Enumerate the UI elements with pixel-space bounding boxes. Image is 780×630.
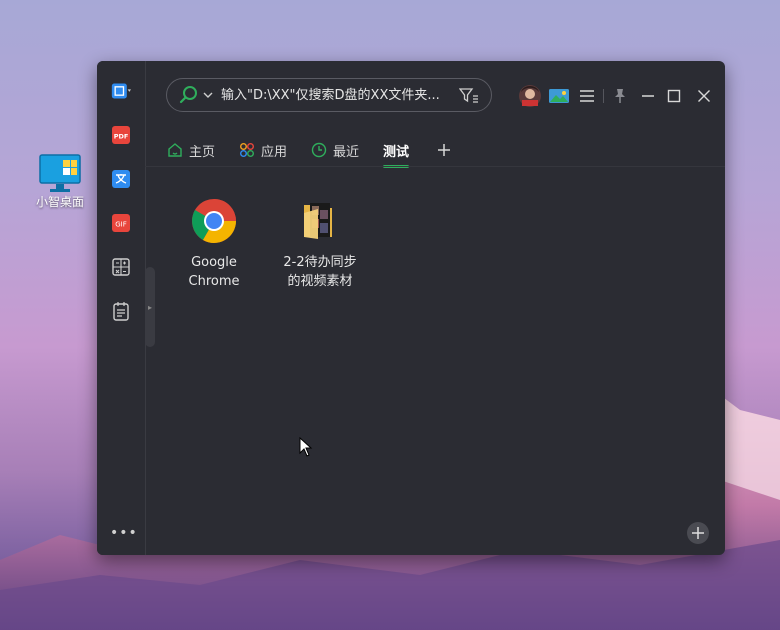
desktop-icon-xiaozhi[interactable]: 小智桌面	[30, 154, 90, 210]
pdf-icon[interactable]: PDF	[111, 125, 131, 145]
translate-icon[interactable]	[111, 169, 131, 189]
wallpaper-icon[interactable]	[548, 84, 570, 108]
folder-item-video-assets[interactable]: 2-2待办同步 的视频素材	[280, 197, 360, 291]
add-tab-button[interactable]	[437, 135, 451, 165]
menu-icon[interactable]	[579, 84, 595, 108]
tab-label: 测试	[383, 144, 410, 160]
app-item-google-chrome[interactable]: Google Chrome	[174, 197, 254, 291]
item-label-line1: Google	[191, 255, 237, 270]
monitor-icon	[39, 154, 81, 192]
search-input[interactable]	[219, 86, 455, 104]
tab-apps[interactable]: 应用	[239, 135, 287, 165]
minimize-icon[interactable]	[641, 84, 655, 108]
svg-text:PDF: PDF	[114, 133, 129, 141]
close-icon[interactable]	[697, 84, 711, 108]
clock-icon	[311, 142, 327, 158]
pin-icon[interactable]	[613, 84, 627, 108]
plus-icon	[692, 527, 704, 539]
search-icon[interactable]	[179, 85, 199, 105]
search-bar[interactable]	[166, 78, 492, 112]
maximize-icon[interactable]	[667, 84, 681, 108]
sidebar-collapse-handle[interactable]: ▸	[145, 267, 155, 347]
toolbar-divider	[603, 89, 604, 103]
apps-icon	[239, 142, 255, 158]
filter-icon[interactable]	[459, 87, 479, 103]
tab-label: 主页	[189, 144, 216, 160]
gif-icon[interactable]: GIF	[111, 213, 131, 233]
tool-sidebar: PDF GIF •••	[97, 61, 146, 555]
tabs-divider	[145, 166, 725, 167]
tab-label: 应用	[261, 144, 288, 160]
xiaozhi-desktop-window: PDF GIF ••• ▸ 输入"D:\XX"仅搜索D盘的XX文件夹... 主页…	[97, 61, 725, 555]
calculator-icon[interactable]	[111, 257, 131, 277]
mouse-cursor-icon	[299, 436, 313, 461]
item-label-line2: 的视频素材	[287, 274, 353, 289]
tab-home[interactable]: 主页	[167, 135, 215, 165]
chevron-down-icon[interactable]	[203, 91, 213, 99]
category-tabs: 主页 应用 最近 测试	[167, 135, 475, 168]
screenshot-icon[interactable]	[111, 81, 131, 101]
plus-icon	[437, 143, 451, 157]
more-tools-icon[interactable]: •••	[110, 525, 138, 541]
add-item-button[interactable]	[687, 522, 709, 544]
folder-icon	[296, 197, 344, 245]
notepad-icon[interactable]	[111, 301, 131, 321]
svg-text:GIF: GIF	[115, 221, 127, 229]
avatar[interactable]	[517, 84, 543, 108]
desktop-icon-label: 小智桌面	[35, 195, 84, 209]
item-label-line1: 2-2待办同步	[283, 255, 357, 270]
item-label-line2: Chrome	[188, 274, 240, 289]
tab-test[interactable]: 测试	[383, 135, 410, 168]
tab-label: 最近	[333, 144, 360, 160]
chrome-icon	[190, 197, 238, 245]
home-icon	[167, 142, 183, 158]
tab-recent[interactable]: 最近	[311, 135, 359, 165]
